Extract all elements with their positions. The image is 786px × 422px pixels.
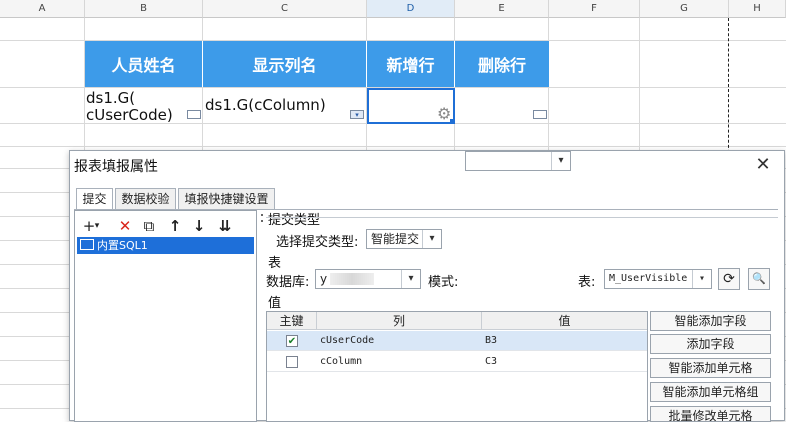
column-header-h[interactable]: H <box>729 0 786 18</box>
list-item-label: 内置SQL1 <box>97 239 148 252</box>
tab-submit[interactable]: 提交 <box>76 188 113 210</box>
tab-shortcut-settings[interactable]: 填报快捷键设置 <box>178 188 275 209</box>
cell-b3[interactable]: ds1.G( cUserCode) <box>86 88 202 124</box>
preview-icon: 🔍 <box>752 272 766 285</box>
sort-icon[interactable]: ⇊ <box>215 216 235 236</box>
column-header-c[interactable]: C <box>203 0 367 18</box>
column-header-column[interactable]: 列 <box>317 312 482 330</box>
column-header-key[interactable]: 主键 <box>267 312 317 330</box>
move-up-icon[interactable]: ↑ <box>165 216 185 236</box>
tab-data-validation[interactable]: 数据校验 <box>115 188 176 209</box>
col-line <box>639 18 640 150</box>
database-label: 数据库: <box>266 275 310 290</box>
row-value: C3 <box>485 356 498 367</box>
column-header-g[interactable]: G <box>640 0 729 18</box>
cell-d3-selected[interactable]: ⚙ <box>367 88 455 124</box>
cell-b3-line1: ds1.G( <box>86 89 136 107</box>
primary-key-checkbox[interactable] <box>286 356 298 368</box>
preview-button[interactable]: 🔍 <box>748 268 770 290</box>
cell-b3-line2: cUserCode) <box>86 106 173 124</box>
submit-type-value: 智能提交 <box>371 232 420 246</box>
fill-handle[interactable] <box>450 119 455 124</box>
chevron-down-icon: ▾ <box>422 230 441 248</box>
refresh-button[interactable]: ⟳ <box>718 268 740 290</box>
schema-select[interactable]: ▾ <box>465 151 571 171</box>
sql-icon <box>80 239 94 250</box>
table-value: M_UserVisible <box>609 273 688 284</box>
primary-key-checkbox[interactable]: ✔ <box>286 335 298 347</box>
values-table: 主键 列 值 ✔ cUserCode B3 cColumn C3 <box>266 311 648 422</box>
chevron-down-icon: ▾ <box>401 270 420 288</box>
group-divider <box>266 217 778 218</box>
smart-add-cell-button[interactable]: 智能添加单元格 <box>650 358 771 378</box>
smart-add-cell-group-button[interactable]: 智能添加单元格组 <box>650 382 771 402</box>
dialog-title: 报表填报属性 <box>74 159 158 175</box>
row-column-name: cColumn <box>320 356 363 367</box>
table-label: 表: <box>578 275 596 290</box>
redacted-blur <box>330 273 374 285</box>
header-cell-display-column[interactable]: 显示列名 <box>203 41 367 87</box>
submit-type-label: 选择提交类型: <box>276 235 359 250</box>
chevron-down-icon: ▾ <box>551 152 570 170</box>
row-value: B3 <box>485 335 498 346</box>
delete-icon[interactable]: ✕ <box>115 216 135 236</box>
move-down-icon[interactable]: ↓ <box>189 216 209 236</box>
header-cell-name[interactable]: 人员姓名 <box>85 41 203 87</box>
submit-type-select[interactable]: 智能提交 ▾ <box>366 229 442 249</box>
submit-list-pane: + ▾ ✕ ⧉ ↑ ↓ ⇊ 内置SQL1 <box>74 210 257 422</box>
add-field-button[interactable]: 添加字段 <box>650 334 771 354</box>
submit-type-group-label: 提交类型 <box>268 213 321 228</box>
page-break-line <box>728 18 729 158</box>
column-header-d[interactable]: D <box>367 0 455 18</box>
splitter-grip <box>261 220 263 222</box>
splitter-grip <box>261 214 263 216</box>
table-row[interactable]: ✔ cUserCode B3 <box>267 331 647 351</box>
cell-c3[interactable]: ds1.G(cColumn) <box>205 88 365 123</box>
table-row[interactable]: cColumn C3 <box>267 352 647 372</box>
column-header-e[interactable]: E <box>455 0 549 18</box>
refresh-icon: ⟳ <box>723 271 735 287</box>
column-header-f[interactable]: F <box>549 0 640 18</box>
column-header-b[interactable]: B <box>85 0 203 18</box>
header-cell-add-row[interactable]: 新增行 <box>367 41 455 87</box>
table-select[interactable]: M_UserVisible ▾ <box>604 269 712 289</box>
smart-add-field-button[interactable]: 智能添加字段 <box>650 311 771 331</box>
column-header-value[interactable]: 值 <box>482 312 647 330</box>
cell-widget-icon[interactable] <box>533 110 547 119</box>
row-line <box>0 146 786 147</box>
close-button[interactable]: ✕ <box>751 154 775 176</box>
header-cell-delete-row[interactable]: 删除行 <box>455 41 549 87</box>
cell-widget-icon[interactable] <box>187 110 201 119</box>
row-column-name: cUserCode <box>320 335 375 346</box>
database-value: y <box>320 272 328 286</box>
column-header-a[interactable]: A <box>0 0 85 18</box>
dropdown-widget-icon[interactable]: ▾ <box>350 110 364 119</box>
schema-label: 模式: <box>428 275 459 290</box>
batch-edit-cell-button[interactable]: 批量修改单元格 <box>650 406 771 422</box>
table-group-label: 表 <box>268 256 282 271</box>
database-select[interactable]: y ▾ <box>315 269 421 289</box>
add-dropdown-icon[interactable]: ▾ <box>93 216 101 236</box>
values-group-label: 值 <box>268 296 282 311</box>
copy-icon[interactable]: ⧉ <box>139 216 159 236</box>
report-fill-properties-dialog: 报表填报属性 ✕ 提交 数据校验 填报快捷键设置 + ▾ ✕ ⧉ ↑ ↓ ⇊ 内… <box>69 150 785 422</box>
list-item-builtin-sql[interactable]: 内置SQL1 <box>77 237 254 254</box>
splitter[interactable] <box>259 210 265 422</box>
chevron-down-icon: ▾ <box>692 270 711 288</box>
